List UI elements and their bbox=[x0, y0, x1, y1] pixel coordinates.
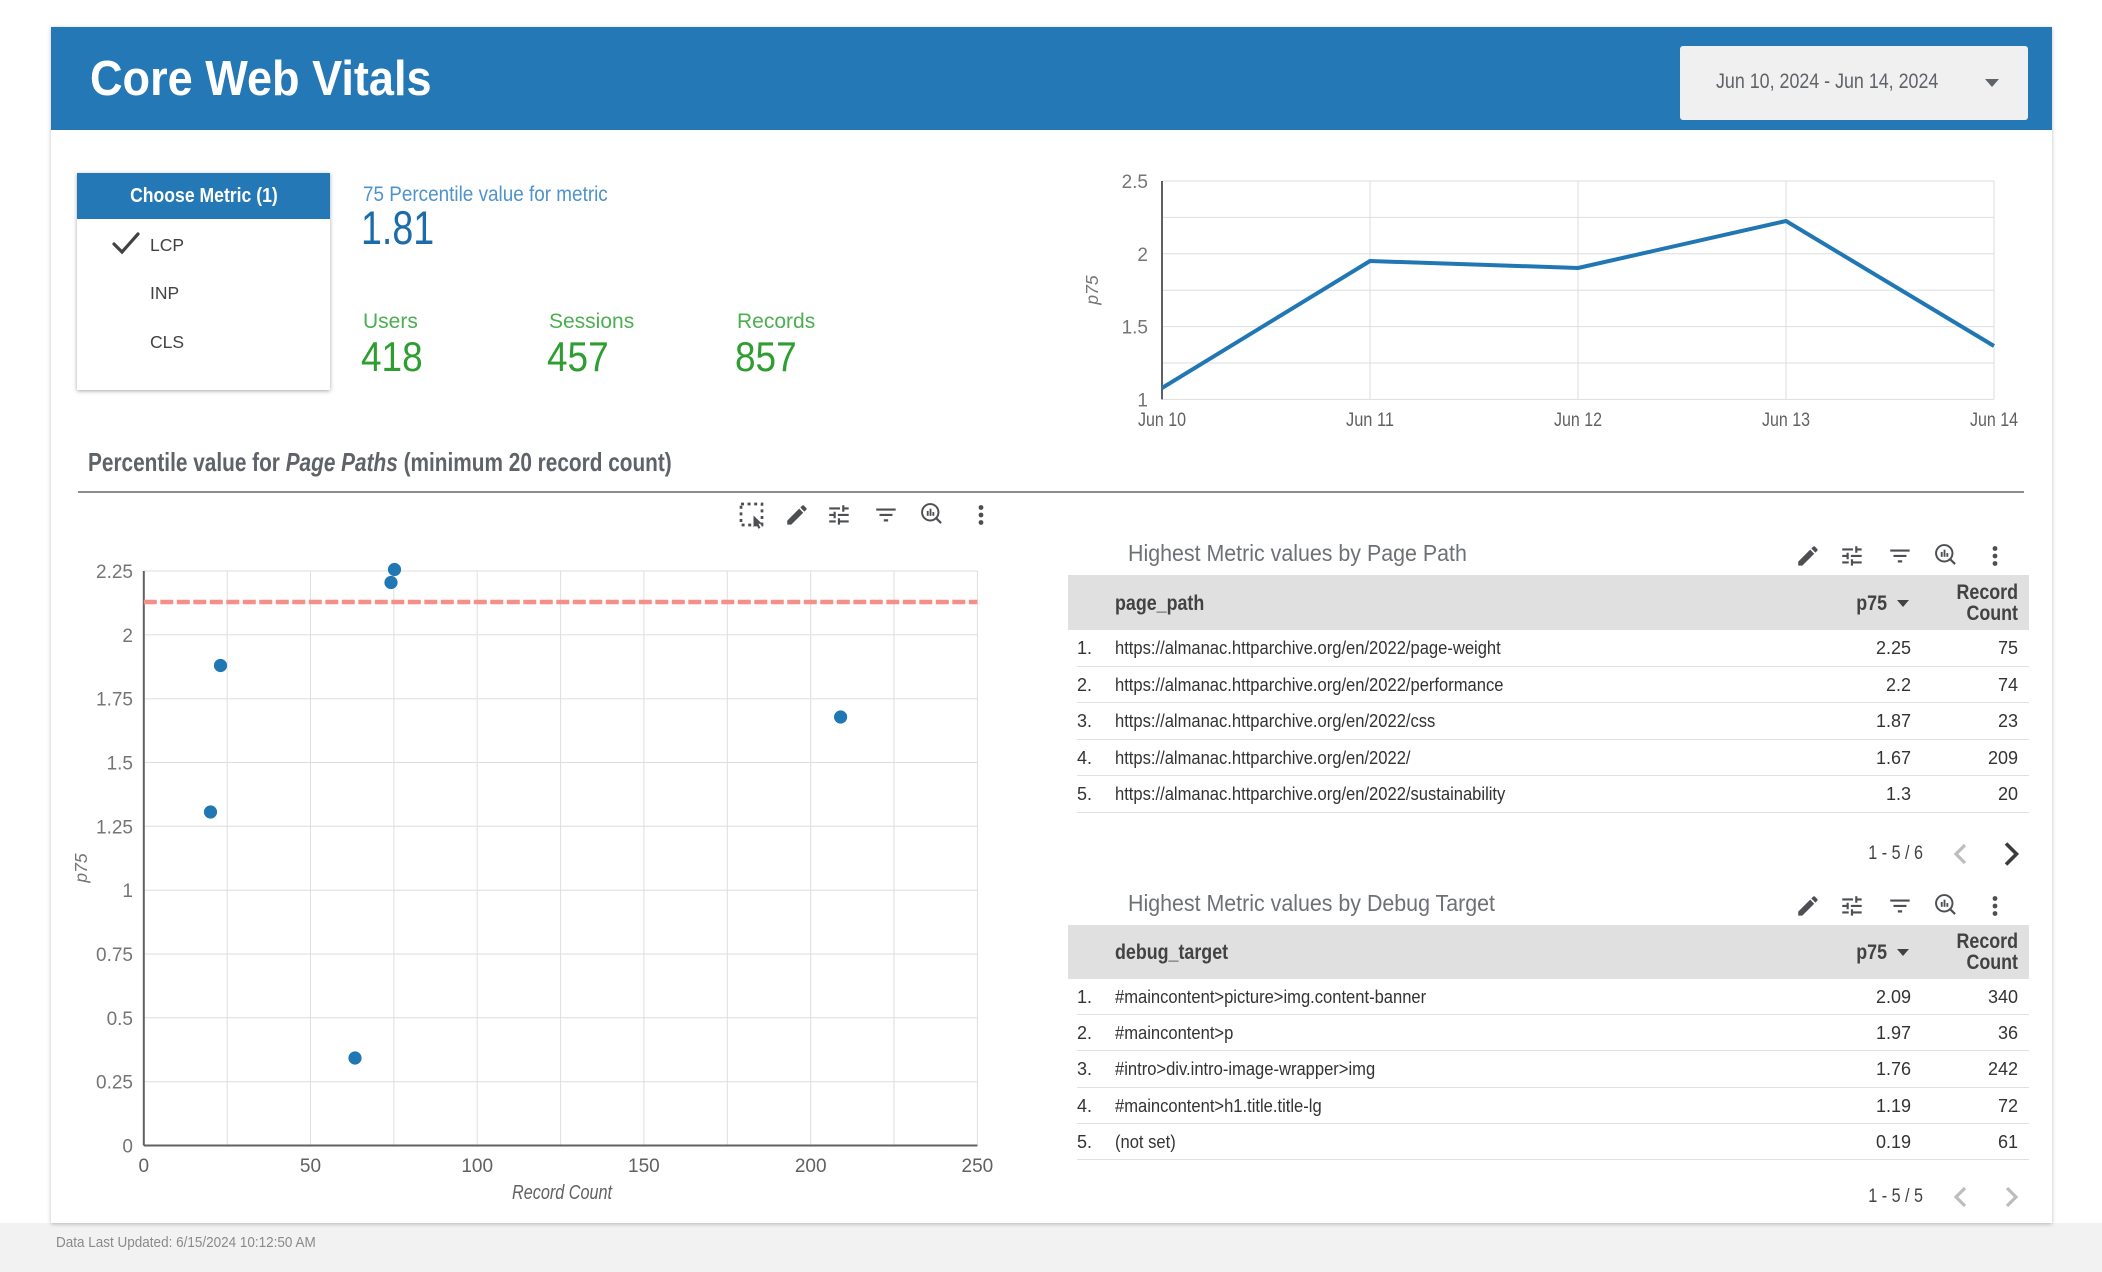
svg-text:1.5: 1.5 bbox=[107, 754, 133, 775]
svg-text:2: 2 bbox=[1137, 245, 1148, 266]
svg-text:2.25: 2.25 bbox=[96, 562, 133, 583]
svg-text:1.75: 1.75 bbox=[96, 690, 133, 711]
svg-text:Jun 10: Jun 10 bbox=[1138, 410, 1186, 431]
svg-text:p75: p75 bbox=[71, 853, 91, 883]
svg-text:50: 50 bbox=[300, 1156, 321, 1177]
svg-text:150: 150 bbox=[628, 1156, 660, 1177]
svg-text:0.25: 0.25 bbox=[96, 1073, 133, 1094]
svg-text:100: 100 bbox=[461, 1156, 493, 1177]
svg-text:Jun 11: Jun 11 bbox=[1346, 410, 1394, 431]
svg-text:Record Count: Record Count bbox=[512, 1182, 613, 1204]
svg-text:1: 1 bbox=[122, 881, 133, 902]
svg-text:Jun 12: Jun 12 bbox=[1554, 410, 1602, 431]
svg-text:2: 2 bbox=[122, 626, 133, 647]
svg-text:0.75: 0.75 bbox=[96, 945, 133, 966]
svg-text:1: 1 bbox=[1137, 390, 1148, 411]
svg-text:Jun 14: Jun 14 bbox=[1970, 410, 2018, 431]
svg-text:250: 250 bbox=[962, 1156, 994, 1177]
svg-text:Jun 13: Jun 13 bbox=[1762, 410, 1810, 431]
svg-text:200: 200 bbox=[795, 1156, 827, 1177]
svg-text:0.5: 0.5 bbox=[107, 1009, 133, 1030]
svg-text:1.5: 1.5 bbox=[1122, 318, 1148, 339]
svg-text:0: 0 bbox=[122, 1137, 133, 1158]
svg-text:2.5: 2.5 bbox=[1122, 172, 1148, 193]
svg-text:0: 0 bbox=[139, 1156, 150, 1177]
svg-text:1.25: 1.25 bbox=[96, 817, 133, 838]
svg-text:p75: p75 bbox=[1082, 275, 1102, 305]
